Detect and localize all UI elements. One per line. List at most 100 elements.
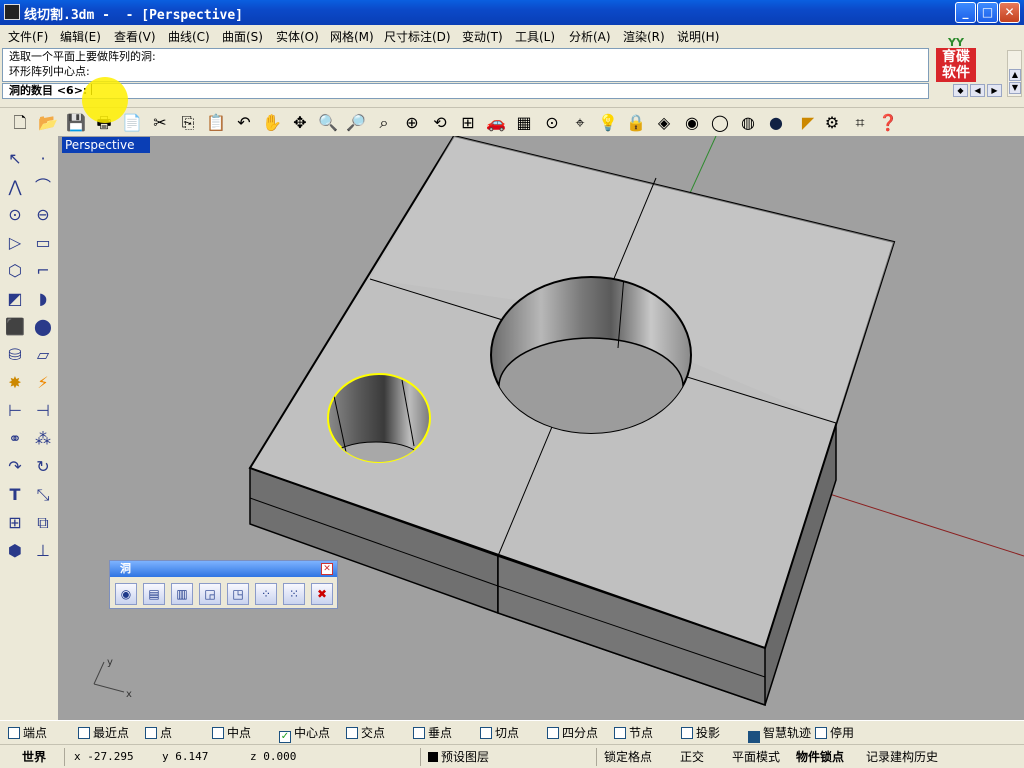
rotate-icon[interactable]: ⟲ bbox=[428, 111, 452, 135]
color-icon[interactable]: ◉ bbox=[680, 111, 704, 135]
osnap-knot[interactable]: 节点 bbox=[614, 726, 653, 740]
group-icon[interactable]: ⊞ bbox=[2, 510, 28, 536]
checkbox-icon[interactable] bbox=[78, 727, 90, 739]
hole-move-icon[interactable]: ◲ bbox=[199, 583, 221, 605]
paint-icon[interactable]: ◤ bbox=[796, 111, 820, 135]
osnap-point[interactable]: 点 bbox=[145, 726, 172, 740]
hole-delete-icon[interactable]: ✖ bbox=[311, 583, 333, 605]
osnap-mid[interactable]: 中点 bbox=[212, 726, 251, 740]
checkbox-icon[interactable] bbox=[145, 727, 157, 739]
checkbox-icon[interactable] bbox=[815, 727, 827, 739]
menu-help[interactable]: 说明(H) bbox=[677, 28, 719, 45]
cylinder-icon[interactable]: ⛁ bbox=[2, 342, 28, 368]
scroll-right-icon[interactable]: ▶ bbox=[987, 84, 1002, 97]
checkbox-checked-icon[interactable]: ✓ bbox=[279, 731, 291, 743]
mesh-icon[interactable]: ▱ bbox=[30, 342, 56, 368]
scroll-up-icon[interactable]: ▲ bbox=[1009, 69, 1021, 81]
copy-icon[interactable]: ⎘ bbox=[176, 111, 200, 135]
trim-icon[interactable]: ⊢ bbox=[2, 398, 28, 424]
point-icon[interactable]: ⊙ bbox=[540, 111, 564, 135]
dimension-icon[interactable]: ⊥ bbox=[30, 538, 56, 564]
hole-rotate-icon[interactable]: ◳ bbox=[227, 583, 249, 605]
curve-icon[interactable]: ⌒ bbox=[30, 174, 56, 200]
status-grid-snap[interactable]: 锁定格点 bbox=[604, 749, 652, 765]
rotate-view-icon[interactable]: ✥ bbox=[288, 111, 312, 135]
close-button[interactable]: ✕ bbox=[999, 2, 1020, 23]
menu-edit[interactable]: 编辑(E) bbox=[60, 28, 101, 45]
menu-mesh[interactable]: 网格(M) bbox=[330, 28, 374, 45]
surface-icon[interactable]: ◩ bbox=[2, 286, 28, 312]
undo-icon[interactable]: ↶ bbox=[232, 111, 256, 135]
polygon-icon[interactable]: ▷ bbox=[2, 230, 28, 256]
solid-tools-icon[interactable]: ⬢ bbox=[2, 538, 28, 564]
hole-rect-icon[interactable]: ▤ bbox=[143, 583, 165, 605]
command-scrollbar[interactable]: ▲ ▼ bbox=[1007, 50, 1022, 97]
circle-icon[interactable]: ⊙ bbox=[2, 202, 28, 228]
text-icon[interactable]: T bbox=[2, 482, 28, 508]
zoom-icon[interactable]: 🔍 bbox=[316, 111, 340, 135]
revolve-icon[interactable]: ◗ bbox=[30, 286, 56, 312]
menu-analyze[interactable]: 分析(A) bbox=[569, 28, 611, 45]
polyline-icon[interactable]: ⋀ bbox=[2, 174, 28, 200]
menu-render[interactable]: 渲染(R) bbox=[623, 28, 665, 45]
boolean-icon[interactable]: ⚭ bbox=[2, 426, 28, 452]
gear-icon[interactable]: ⚙ bbox=[820, 111, 844, 135]
shaded-icon[interactable]: ◍ bbox=[736, 111, 760, 135]
command-input[interactable]: 洞的数目 <6>: bbox=[2, 83, 929, 99]
mirror-icon[interactable]: ⧉ bbox=[30, 510, 56, 536]
perspective-viewport[interactable]: y x bbox=[58, 136, 1024, 720]
checkbox-icon[interactable] bbox=[681, 727, 693, 739]
checkbox-icon[interactable] bbox=[8, 727, 20, 739]
viewport-title[interactable]: Perspective bbox=[62, 137, 150, 153]
options-icon[interactable]: ⌗ bbox=[848, 111, 872, 135]
status-history[interactable]: 记录建构历史 bbox=[866, 749, 938, 765]
grid-icon[interactable]: ▦ bbox=[512, 111, 536, 135]
maximize-button[interactable]: □ bbox=[977, 2, 998, 23]
move-icon[interactable]: ↷ bbox=[2, 454, 28, 480]
osnap-icon[interactable]: ⌖ bbox=[568, 111, 592, 135]
palette-close-icon[interactable]: ✕ bbox=[321, 563, 333, 575]
osnap-int[interactable]: 交点 bbox=[346, 726, 385, 740]
zoom-selected-icon[interactable]: ⊕ bbox=[400, 111, 424, 135]
checkbox-icon[interactable] bbox=[346, 727, 358, 739]
osnap-project[interactable]: 投影 bbox=[681, 726, 720, 740]
hexagon-icon[interactable]: ⬡ bbox=[2, 258, 28, 284]
menu-solid[interactable]: 实体(O) bbox=[276, 28, 319, 45]
hole-round-icon[interactable]: ◉ bbox=[115, 583, 137, 605]
import-icon[interactable]: 📄 bbox=[120, 111, 144, 135]
checkbox-icon[interactable] bbox=[614, 727, 626, 739]
fillet-curve-icon[interactable]: ⌐ bbox=[30, 258, 56, 284]
lock-icon[interactable]: 🔒 bbox=[624, 111, 648, 135]
palette-title[interactable]: 洞 bbox=[110, 561, 337, 577]
render-icon[interactable]: ● bbox=[764, 111, 788, 135]
open-icon[interactable]: 📂 bbox=[36, 111, 60, 135]
osnap-near[interactable]: 最近点 bbox=[78, 726, 129, 740]
new-icon[interactable]: 🗋 bbox=[8, 111, 32, 135]
status-planar[interactable]: 平面模式 bbox=[732, 749, 780, 765]
menu-dimension[interactable]: 尺寸标注(D) bbox=[384, 28, 451, 45]
split-icon[interactable]: ⚡ bbox=[30, 370, 56, 396]
osnap-center[interactable]: ✓ 中心点 bbox=[279, 726, 330, 743]
select-icon[interactable]: ↖ bbox=[2, 146, 28, 172]
zoom-extents-icon[interactable]: ⌕ bbox=[372, 111, 396, 135]
menu-curve[interactable]: 曲线(C) bbox=[168, 28, 210, 45]
osnap-perp[interactable]: 垂点 bbox=[413, 726, 452, 740]
save-icon[interactable]: 💾 bbox=[64, 111, 88, 135]
sphere-icon[interactable]: ⬤ bbox=[30, 314, 56, 340]
menu-tools[interactable]: 工具(L) bbox=[515, 28, 555, 45]
point-tool-icon[interactable]: · bbox=[30, 146, 56, 172]
scale-icon[interactable]: ⤡ bbox=[30, 482, 56, 508]
minimize-button[interactable]: _ bbox=[955, 2, 976, 23]
explode-icon[interactable]: ✸ bbox=[2, 370, 28, 396]
menu-surface[interactable]: 曲面(S) bbox=[222, 28, 263, 45]
ellipse-icon[interactable]: ⊖ bbox=[30, 202, 56, 228]
osnap-quad[interactable]: 四分点 bbox=[547, 726, 598, 740]
array-polar-icon[interactable]: ⁙ bbox=[283, 583, 305, 605]
layer-icon[interactable]: ◈ bbox=[652, 111, 676, 135]
rotate-tool-icon[interactable]: ↻ bbox=[30, 454, 56, 480]
help-icon[interactable]: ❓ bbox=[876, 111, 900, 135]
paste-icon[interactable]: 📋 bbox=[204, 111, 228, 135]
hole-cyl-icon[interactable]: ▥ bbox=[171, 583, 193, 605]
checkbox-icon[interactable] bbox=[480, 727, 492, 739]
checkbox-icon[interactable] bbox=[547, 727, 559, 739]
